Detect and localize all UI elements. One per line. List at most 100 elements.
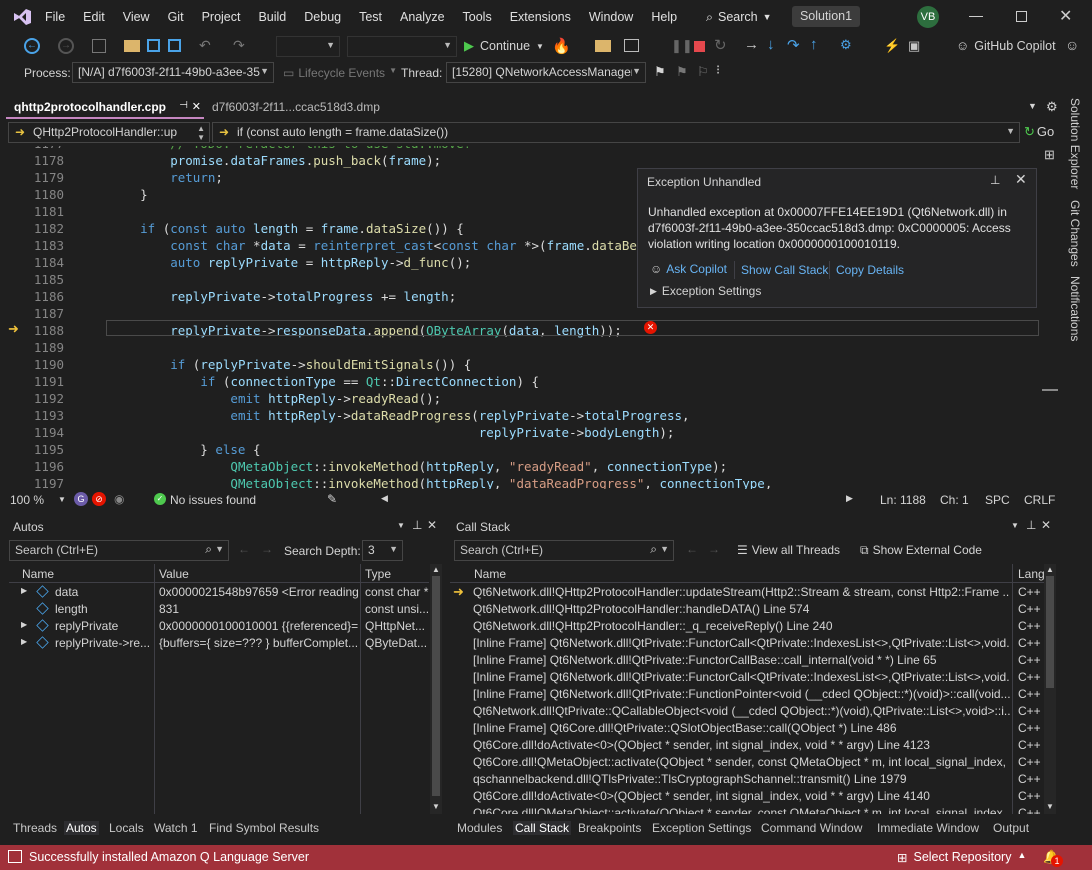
status-message[interactable]: Successfully installed Amazon Q Language… — [29, 850, 309, 864]
maximize-button[interactable] — [1016, 11, 1027, 22]
search-back-icon[interactable]: ← — [686, 542, 698, 556]
table-row[interactable]: Qt6Core.dll!QMetaObject::activate(QObjec… — [450, 754, 1044, 771]
menu-build[interactable]: Build — [249, 10, 295, 24]
stop-icon[interactable] — [694, 41, 705, 52]
table-row[interactable]: [Inline Frame] Qt6Core.dll!QtPrivate::QS… — [450, 720, 1044, 737]
code-line[interactable]: return; — [110, 170, 223, 185]
code-line[interactable]: replyPrivate->bodyLength); — [110, 425, 675, 440]
code-line[interactable]: const char *data = reinterpret_cast<cons… — [110, 238, 689, 253]
panel-menu-icon[interactable]: ▼ — [1011, 521, 1019, 530]
autos-vertical-scrollbar[interactable]: ▲ ▼ — [430, 564, 442, 814]
thread-dropdown[interactable]: [15280] QNetworkAccessManager ▼ — [446, 62, 646, 83]
pin-icon[interactable]: ⊣ — [179, 100, 188, 111]
call-stack-search-input[interactable]: Search (Ctrl+E) ⌕ ▼ — [454, 540, 674, 561]
table-row[interactable]: Qt6Core.dll!QMetaObject::activate(QObjec… — [450, 805, 1044, 814]
pin-icon[interactable]: ⊥ — [990, 173, 1000, 187]
error-status-icon[interactable]: ⊘ — [92, 492, 106, 506]
menu-project[interactable]: Project — [193, 10, 250, 24]
menu-analyze[interactable]: Analyze — [391, 10, 453, 24]
menu-help[interactable]: Help — [642, 10, 686, 24]
user-avatar[interactable]: VB — [917, 6, 939, 28]
tab-locals[interactable]: Locals — [109, 821, 144, 835]
settings-gear-icon[interactable]: ⚙ — [1046, 99, 1058, 115]
github-copilot-button[interactable]: ☺ GitHub Copilot — [956, 38, 1056, 53]
autos-search-input[interactable]: Search (Ctrl+E) ⌕ ▼ — [9, 540, 229, 561]
code-line[interactable]: emit httpReply->readyRead(); — [110, 391, 441, 406]
column-status[interactable]: Ch: 1 — [940, 493, 969, 507]
tab-modules[interactable]: Modules — [457, 821, 502, 835]
rail-git-changes[interactable]: Git Changes — [1068, 200, 1082, 267]
expand-icon[interactable]: ▶ — [21, 620, 27, 629]
copy-details-link[interactable]: Copy Details — [836, 263, 904, 277]
table-row[interactable]: Qt6Network.dll!QtPrivate::QCallableObjec… — [450, 703, 1044, 720]
table-row[interactable]: qschannelbackend.dll!QTlsPrivate::TlsCry… — [450, 771, 1044, 788]
table-row[interactable]: [Inline Frame] Qt6Network.dll!QtPrivate:… — [450, 652, 1044, 669]
close-icon[interactable]: ✕ — [427, 518, 437, 532]
exception-marker-icon[interactable]: ✕ — [644, 321, 657, 334]
ask-copilot-link[interactable]: ☺ Ask Copilot — [650, 262, 727, 276]
column-header-name[interactable]: Name — [22, 567, 54, 581]
save-all-icon[interactable] — [168, 39, 181, 52]
menu-window[interactable]: Window — [580, 10, 642, 24]
new-project-icon[interactable] — [92, 39, 106, 53]
table-row[interactable]: ▶ replyPrivate 0x0000000100010001 {{refere… — [9, 618, 429, 635]
table-row[interactable]: ▶ replyPrivate->re... {buffers={ size=??? … — [9, 635, 429, 652]
column-header-name[interactable]: Name — [474, 567, 506, 581]
view-all-threads-button[interactable]: ☰ View all Threads — [737, 543, 840, 557]
qt-tools-icon[interactable]: ⚡ — [884, 38, 900, 54]
minimize-button[interactable] — [969, 9, 983, 17]
tab-output[interactable]: Output — [993, 821, 1029, 835]
stack-frame-icon[interactable]: ⁝ — [716, 62, 720, 78]
code-line[interactable]: } — [110, 187, 148, 202]
select-repository-button[interactable]: ⊞ Select Repository ▲ — [897, 850, 1026, 865]
undo-icon[interactable]: ↶ — [199, 37, 211, 54]
rail-solution-explorer[interactable]: Solution Explorer — [1068, 98, 1082, 189]
table-row[interactable]: ▶ data 0x0000021548b97659 <Error reading .… — [9, 584, 429, 601]
code-line[interactable]: } else { — [110, 442, 260, 457]
tab-call-stack[interactable]: Call Stack — [513, 821, 572, 835]
tab-dump-file[interactable]: d7f6003f-2f11...ccac518d3.dmp — [204, 97, 388, 119]
pin-icon[interactable]: ⊥ — [412, 518, 422, 532]
step-over-icon[interactable]: ↷ — [787, 36, 800, 54]
solution-name-badge[interactable]: Solution1 — [792, 6, 860, 27]
open-folder-icon[interactable] — [124, 40, 140, 52]
chevron-down-icon[interactable]: ▼ — [58, 495, 66, 504]
zoom-level[interactable]: 100 % — [10, 493, 44, 507]
search-button[interactable]: ⌕ Search ▼ — [706, 8, 772, 26]
scroll-down-icon[interactable]: ▼ — [432, 802, 440, 811]
column-header-lang[interactable]: Lang — [1018, 567, 1044, 581]
code-line[interactable]: replyPrivate->totalProgress += length; — [110, 289, 456, 304]
scroll-up-icon[interactable]: ▲ — [432, 565, 440, 574]
table-row[interactable]: Qt6Core.dll!doActivate<0>(QObject * send… — [450, 737, 1044, 754]
code-line[interactable]: promise.dataFrames.push_back(frame); — [110, 153, 441, 168]
copilot-status-icon[interactable]: G — [74, 492, 88, 506]
editor-vertical-scrollbar[interactable] — [1041, 146, 1042, 489]
table-row[interactable]: length 831 const unsi... — [9, 601, 429, 618]
extension-tools-icon[interactable]: ▣ — [908, 38, 920, 54]
code-line[interactable]: // TODO: refactor this to use std::move? — [110, 146, 471, 151]
member-dropdown[interactable]: ➜ if (const auto length = frame.dataSize… — [212, 122, 1020, 143]
column-header-type[interactable]: Type — [365, 567, 391, 581]
search-back-icon[interactable]: ← — [238, 542, 250, 556]
tab-command-window[interactable]: Command Window — [761, 821, 862, 835]
flag-icon[interactable]: ⚑ — [654, 64, 666, 80]
diagnostic-tools-icon[interactable]: ⚙ — [840, 37, 852, 53]
configuration-dropdown[interactable]: ▼ — [276, 36, 340, 57]
menu-extensions[interactable]: Extensions — [501, 10, 580, 24]
expand-icon[interactable]: ▶ — [21, 586, 27, 595]
exception-settings-expander[interactable]: ▶ Exception Settings — [650, 284, 761, 298]
tab-watch-1[interactable]: Watch 1 — [154, 821, 198, 835]
close-window-button[interactable]: ✕ — [1059, 6, 1072, 26]
tab-immediate-window[interactable]: Immediate Window — [877, 821, 979, 835]
split-editor-icon[interactable]: ⊞ — [1044, 147, 1055, 163]
hot-reload-icon[interactable]: 🔥 — [552, 37, 571, 55]
show-next-statement-icon[interactable]: → — [744, 36, 759, 53]
step-into-icon[interactable]: ↓ — [767, 36, 775, 53]
table-row[interactable]: [Inline Frame] Qt6Network.dll!QtPrivate:… — [450, 635, 1044, 652]
rail-notifications[interactable]: Notifications — [1068, 276, 1082, 341]
feedback-icon[interactable]: ☺ — [1065, 37, 1079, 53]
show-external-code-button[interactable]: ⧉ Show External Code — [860, 543, 982, 558]
save-icon[interactable] — [147, 39, 160, 52]
tab-breakpoints[interactable]: Breakpoints — [578, 821, 641, 835]
scroll-right-icon[interactable]: ▶ — [846, 493, 853, 504]
